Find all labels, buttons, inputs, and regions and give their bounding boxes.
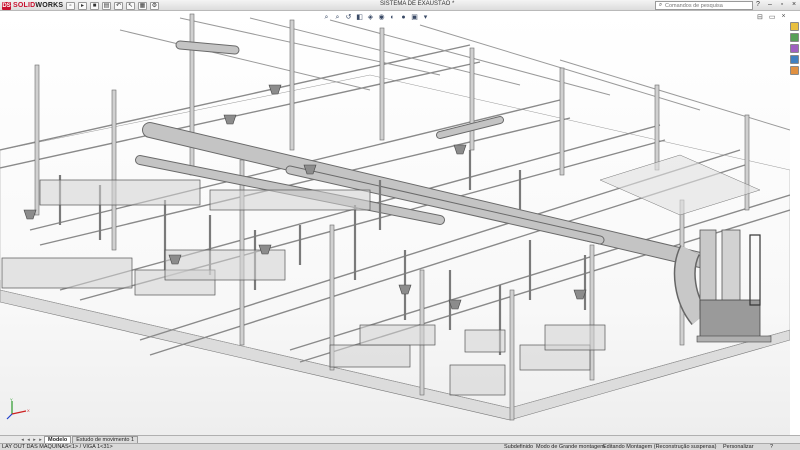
document-tabs-bar: ◂ ◂ ▸ ▸ Modelo Estudo de movimento 1 (0, 435, 800, 443)
cross-beam (559, 59, 790, 131)
tab-last-icon[interactable]: ▸ (38, 437, 43, 443)
machine-block (209, 189, 371, 211)
rebuild-icon[interactable]: ▦ (138, 1, 147, 10)
display-style-icon[interactable]: ◉ (377, 13, 386, 22)
search-scope-icon[interactable]: ⌕ (656, 2, 665, 9)
viewport-restore-icon[interactable]: ▭ (769, 13, 776, 21)
machine-block (544, 324, 606, 351)
exhaust-hood (268, 84, 282, 95)
fan-base (696, 335, 772, 343)
scene-icon[interactable]: ▣ (410, 13, 419, 22)
steel-column (559, 67, 565, 176)
section-view-icon[interactable]: ◧ (355, 13, 364, 22)
assembly-3d-view[interactable] (0, 11, 790, 435)
zoom-area-icon[interactable]: ⌕ (333, 13, 342, 22)
heads-up-view-toolbar: ⌕ ⌕ ↺ ◧ ◈ ◉ ◐ ● ▣ ▾ (322, 13, 430, 22)
machine-block (329, 344, 411, 368)
tab-motion-study[interactable]: Estudo de movimento 1 (72, 436, 139, 443)
cross-beam (119, 29, 371, 91)
select-icon[interactable]: ↖ (126, 1, 135, 10)
save-icon[interactable]: ■ (90, 1, 99, 10)
floor-panel (599, 154, 761, 216)
machine-block (464, 329, 506, 353)
resources-tab-icon[interactable] (790, 22, 799, 31)
coordinate-triad: Y X (6, 397, 30, 420)
minimize-icon[interactable]: – (766, 1, 774, 9)
search-input[interactable] (665, 2, 747, 9)
steel-column (509, 289, 515, 421)
exhaust-hood (223, 114, 237, 125)
view-settings-icon[interactable]: ▾ (421, 13, 430, 22)
pin-icon[interactable]: ⊟ (757, 13, 763, 21)
tab-prev-icon[interactable]: ◂ (26, 437, 31, 443)
status-large-assembly: Modo de Grande montagem (536, 444, 605, 450)
machine-block (1, 257, 133, 289)
tab-first-icon[interactable]: ◂ (20, 437, 25, 443)
steel-column (34, 64, 40, 216)
fan-frame (749, 234, 761, 306)
view-orientation-icon[interactable]: ◈ (366, 13, 375, 22)
machine-block (164, 249, 286, 281)
viewport-corner-tools: ⊟ ▭ × (757, 13, 786, 21)
svg-text:X: X (27, 408, 30, 413)
tab-model[interactable]: Modelo (44, 436, 72, 443)
help-icon[interactable]: ? (754, 1, 762, 9)
roof-beam (0, 44, 471, 151)
close-icon[interactable]: × (790, 1, 798, 9)
status-customize[interactable]: Personalizar (723, 444, 754, 450)
title-bar: DS SOLIDWORKS ▫ ▸ ■ ▤ ↶ ↖ ▦ ⚙ SISTEMA DE… (0, 0, 800, 11)
exhaust-hood (453, 144, 467, 155)
document-title: SISTEMA DE EXAUSTÃO * (380, 1, 455, 7)
search-commands-box[interactable]: ⌕ (655, 1, 753, 10)
print-icon[interactable]: ▤ (102, 1, 111, 10)
view-palette-tab-icon[interactable] (790, 55, 799, 64)
solidworks-logo[interactable]: DS SOLIDWORKS (2, 1, 63, 10)
stack-duct (699, 229, 717, 311)
steel-column (379, 27, 385, 141)
machine-block (39, 179, 201, 206)
open-icon[interactable]: ▸ (78, 1, 87, 10)
svg-text:Y: Y (10, 397, 13, 402)
appearance-icon[interactable]: ● (399, 13, 408, 22)
status-bar: LAY OUT DAS MAQUINAS<1> / VIGA 1<31> Sub… (0, 443, 800, 450)
tab-next-icon[interactable]: ▸ (32, 437, 37, 443)
zoom-fit-icon[interactable]: ⌕ (322, 13, 331, 22)
steel-column (589, 244, 595, 381)
steel-column (189, 13, 195, 176)
machine-block (449, 364, 506, 396)
status-underdefined: Subdefinido (504, 444, 534, 450)
new-icon[interactable]: ▫ (66, 1, 75, 10)
design-library-tab-icon[interactable] (790, 33, 799, 42)
viewport-close-icon[interactable]: × (782, 13, 786, 21)
status-help-icon[interactable]: ? (770, 444, 773, 450)
steel-column (289, 19, 295, 151)
steel-column (654, 84, 660, 171)
ds-logo-icon: DS (2, 1, 11, 10)
logo-wordmark: SOLIDWORKS (13, 2, 64, 9)
task-pane-tabs (790, 22, 799, 75)
file-explorer-tab-icon[interactable] (790, 44, 799, 53)
exhaust-duct (176, 41, 239, 54)
exhaust-hood (398, 284, 412, 295)
steel-column (469, 47, 475, 151)
status-selection: LAY OUT DAS MAQUINAS<1> / VIGA 1<31> (2, 444, 113, 450)
previous-view-icon[interactable]: ↺ (344, 13, 353, 22)
steel-column (744, 114, 750, 211)
machine-block (359, 324, 436, 346)
status-editing: Editando Montagem (Reconstrução suspensa… (603, 444, 717, 450)
options-icon[interactable]: ⚙ (150, 1, 159, 10)
restore-icon[interactable]: ▫ (778, 1, 786, 9)
exhaust-fan-unit (699, 299, 761, 339)
undo-icon[interactable]: ↶ (114, 1, 123, 10)
hide-show-icon[interactable]: ◐ (388, 13, 397, 22)
window-controls: ? – ▫ × (754, 1, 798, 9)
appearances-tab-icon[interactable] (790, 66, 799, 75)
quick-access-toolbar: ▫ ▸ ■ ▤ ↶ ↖ ▦ ⚙ (66, 1, 159, 10)
exhaust-hood (23, 209, 37, 220)
steel-column (111, 89, 117, 251)
